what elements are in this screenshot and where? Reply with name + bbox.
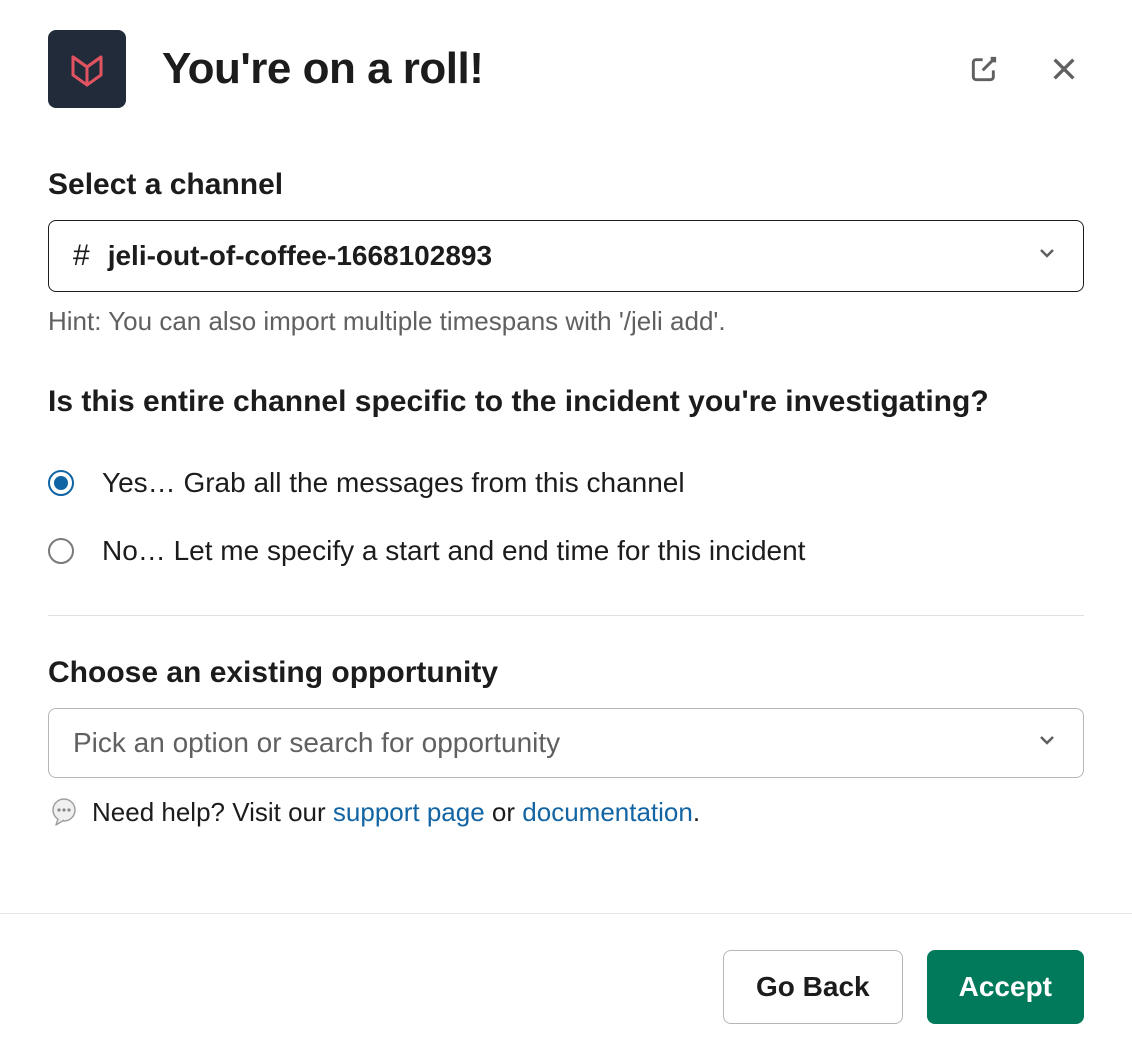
- chevron-down-icon: [1035, 240, 1059, 272]
- channel-hint: Hint: You can also import multiple times…: [48, 306, 1084, 337]
- opportunity-label: Choose an existing opportunity: [48, 656, 1084, 690]
- modal-footer: Go Back Accept: [0, 913, 1132, 1060]
- external-link-icon: [968, 53, 1000, 85]
- radio-option-yes[interactable]: Yes… Grab all the messages from this cha…: [48, 467, 1084, 499]
- close-button[interactable]: [1044, 49, 1084, 89]
- chevron-down-icon: [1035, 727, 1059, 759]
- modal-content: Select a channel # jeli-out-of-coffee-16…: [0, 128, 1132, 913]
- accept-button[interactable]: Accept: [927, 950, 1084, 1024]
- modal-header: You're on a roll!: [0, 0, 1132, 128]
- radio-label-no: No… Let me specify a start and end time …: [102, 535, 805, 567]
- radio-group: Yes… Grab all the messages from this cha…: [48, 467, 1084, 567]
- opportunity-select[interactable]: Pick an option or search for opportunity: [48, 708, 1084, 778]
- helper-text: Need help? Visit our support page or doc…: [48, 796, 1084, 828]
- opportunity-placeholder: Pick an option or search for opportunity: [73, 727, 1035, 759]
- radio-dot: [54, 476, 68, 490]
- go-back-button[interactable]: Go Back: [723, 950, 903, 1024]
- radio-indicator-checked: [48, 470, 74, 496]
- modal-container: You're on a roll! Select a channel # jel…: [0, 0, 1132, 1060]
- radio-label-yes: Yes… Grab all the messages from this cha…: [102, 467, 685, 499]
- speech-bubble-icon: [48, 796, 80, 828]
- section-divider: [48, 615, 1084, 616]
- radio-indicator-unchecked: [48, 538, 74, 564]
- channel-label: Select a channel: [48, 168, 1084, 202]
- helper-suffix: .: [693, 797, 700, 827]
- documentation-link[interactable]: documentation: [522, 797, 693, 827]
- channel-select[interactable]: # jeli-out-of-coffee-1668102893: [48, 220, 1084, 292]
- radio-option-no[interactable]: No… Let me specify a start and end time …: [48, 535, 1084, 567]
- helper-middle: or: [485, 797, 523, 827]
- helper-prefix: Need help? Visit our: [92, 797, 333, 827]
- header-actions: [964, 49, 1084, 89]
- open-external-button[interactable]: [964, 49, 1004, 89]
- jeli-app-icon: [48, 30, 126, 108]
- channel-selected-value: jeli-out-of-coffee-1668102893: [108, 240, 1035, 272]
- modal-title: You're on a roll!: [162, 44, 964, 94]
- support-page-link[interactable]: support page: [333, 797, 485, 827]
- hash-icon: #: [73, 239, 90, 273]
- incident-question: Is this entire channel specific to the i…: [48, 381, 1084, 423]
- close-icon: [1048, 53, 1080, 85]
